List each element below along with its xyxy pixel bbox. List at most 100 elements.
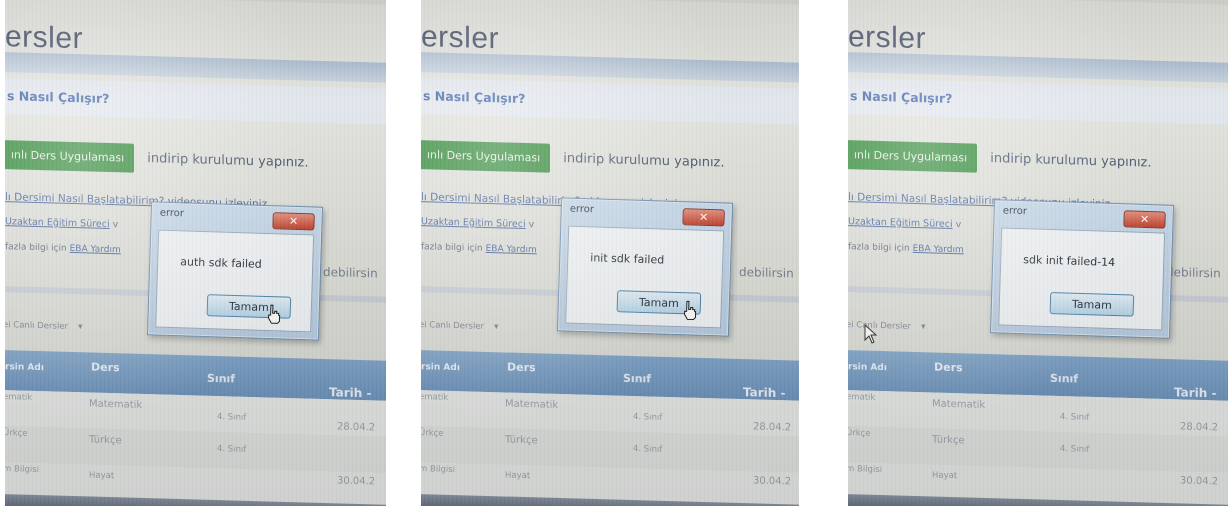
column-grade[interactable]: Sınıf <box>207 372 235 386</box>
info-prefix: fazla bilgi için <box>421 242 483 254</box>
ok-button[interactable]: Tamam <box>1049 292 1135 317</box>
app-instruction: indirip kurulumu yapınız. <box>563 151 725 171</box>
column-lesson-name[interactable]: rsin Adı <box>5 362 44 373</box>
app-row: ınlı Ders Uygulaması indirip kurulumu ya… <box>5 140 309 178</box>
arrow-cursor-icon <box>864 324 878 344</box>
info-prefix: fazla bilgi için <box>848 242 910 254</box>
process-suffix: v <box>955 219 962 231</box>
eba-help-link[interactable]: EBA Yardım <box>486 244 537 255</box>
row-grade: 4. Sınıf <box>633 412 663 423</box>
filter-label: ei Canlı Dersler <box>5 320 69 332</box>
column-course[interactable]: Ders <box>507 361 536 375</box>
error-message: auth sdk failed <box>180 255 262 271</box>
row-course: Matematik <box>932 398 986 411</box>
row-grade: 4. Sınıf <box>217 412 247 423</box>
close-button[interactable]: ✕ <box>1123 210 1166 229</box>
process-line: Uzaktan Eğitim Süreci v <box>848 216 961 230</box>
row-grade: 4. Sınıf <box>1060 444 1090 455</box>
column-course[interactable]: Ders <box>934 361 963 375</box>
eba-help-link[interactable]: EBA Yardım <box>913 244 964 255</box>
app-download-button[interactable]: ınlı Ders Uygulaması <box>848 140 978 173</box>
error-dialog: error ✕ auth sdk failed Tamam <box>146 201 324 341</box>
app-download-button[interactable]: ınlı Ders Uygulaması <box>5 140 135 173</box>
process-link[interactable]: Uzaktan Eğitim Süreci <box>5 216 110 230</box>
row-course: Matematik <box>89 398 143 411</box>
row-course: Türkçe <box>89 434 122 447</box>
column-date[interactable]: Tarih - <box>743 385 785 400</box>
page-title: ersler <box>5 20 84 56</box>
live-lessons-filter[interactable]: ei Canlı Dersler ▾ <box>848 320 926 332</box>
live-lessons-filter[interactable]: ei Canlı Dersler ▾ <box>5 320 83 332</box>
row-course: Hayat <box>89 470 115 482</box>
dialog-body: init sdk failed Tamam <box>565 225 725 329</box>
close-icon[interactable]: ✕ <box>699 211 709 224</box>
filter-label: ei Canlı Dersler <box>421 320 485 332</box>
help-link[interactable]: s Nasıl Çalışır? <box>850 88 952 106</box>
process-suffix: v <box>112 219 119 231</box>
row-date: 28.04.2 <box>337 421 376 434</box>
app-row: ınlı Ders Uygulaması indirip kurulumu ya… <box>848 140 1152 178</box>
close-icon[interactable]: ✕ <box>1140 213 1150 226</box>
row-grade: 4. Sınıf <box>1060 412 1090 423</box>
row-lesson-name: m Bilgisi <box>421 464 456 476</box>
error-message: init sdk failed <box>590 251 665 267</box>
page-title: ersler <box>421 20 500 56</box>
row-grade: 4. Sınıf <box>217 444 247 455</box>
row-date: 30.04.2 <box>753 475 792 488</box>
row-lesson-name: Ürkçe <box>848 428 871 439</box>
app-download-button[interactable]: ınlı Ders Uygulaması <box>421 140 551 173</box>
process-link[interactable]: Uzaktan Eğitim Süreci <box>421 216 526 230</box>
photo-1: ersler s Nasıl Çalışır? ınlı Ders Uygula… <box>5 0 386 506</box>
chevron-down-icon[interactable]: ▾ <box>78 322 83 332</box>
row-date: 28.04.2 <box>1180 421 1219 434</box>
help-link[interactable]: s Nasıl Çalışır? <box>423 88 525 106</box>
error-dialog: error ✕ sdk init failed-14 Tamam <box>989 199 1175 339</box>
dialog-body: auth sdk failed Tamam <box>155 229 315 333</box>
photo-3: ersler s Nasıl Çalışır? ınlı Ders Uygula… <box>848 0 1228 506</box>
side-text: debilirsin <box>739 264 794 281</box>
photo-2: ersler s Nasıl Çalışır? ınlı Ders Uygula… <box>421 0 799 506</box>
row-course: Matematik <box>505 398 559 411</box>
error-message: sdk init failed-14 <box>1023 253 1116 270</box>
column-lesson-name[interactable]: rsin Adı <box>848 362 887 373</box>
live-lessons-filter[interactable]: ei Canlı Dersler ▾ <box>421 320 499 332</box>
column-lesson-name[interactable]: rsin Adı <box>421 362 460 373</box>
info-prefix: fazla bilgi için <box>5 242 67 254</box>
hand-cursor-icon <box>268 304 281 324</box>
row-date: 30.04.2 <box>1180 475 1219 488</box>
hand-cursor-icon <box>684 300 697 321</box>
side-text: debilirsin <box>323 264 378 281</box>
row-date: 30.04.2 <box>337 475 376 488</box>
column-date[interactable]: Tarih - <box>329 385 371 400</box>
help-bar: s Nasıl Çalışır? <box>5 78 386 126</box>
row-lesson-name: Ürkçe <box>421 428 444 439</box>
row-course: Hayat <box>505 470 531 482</box>
row-lesson-name: ematik <box>5 392 33 403</box>
row-course: Türkçe <box>932 434 965 447</box>
row-lesson-name: ematik <box>421 392 449 403</box>
help-link[interactable]: s Nasıl Çalışır? <box>7 88 109 106</box>
dialog-title: error <box>159 207 185 220</box>
help-bar: s Nasıl Çalışır? <box>848 78 1228 126</box>
error-dialog: error ✕ init sdk failed Tamam <box>556 197 734 337</box>
app-instruction: indirip kurulumu yapınız. <box>990 151 1152 171</box>
chevron-down-icon[interactable]: ▾ <box>494 322 499 332</box>
column-course[interactable]: Ders <box>91 361 120 375</box>
column-grade[interactable]: Sınıf <box>623 372 651 386</box>
chevron-down-icon[interactable]: ▾ <box>921 322 926 332</box>
process-line: Uzaktan Eğitim Süreci v <box>5 216 118 230</box>
dialog-title: error <box>569 203 595 216</box>
row-lesson-name: m Bilgisi <box>848 464 883 476</box>
eba-help-link[interactable]: EBA Yardım <box>70 244 121 255</box>
dialog-title: error <box>1002 205 1028 218</box>
process-link[interactable]: Uzaktan Eğitim Süreci <box>848 216 953 230</box>
row-grade: 4. Sınıf <box>633 444 663 455</box>
close-button[interactable]: ✕ <box>272 212 315 231</box>
column-date[interactable]: Tarih - <box>1174 385 1216 400</box>
filter-label: ei Canlı Dersler <box>848 320 912 332</box>
close-icon[interactable]: ✕ <box>289 215 299 228</box>
close-button[interactable]: ✕ <box>682 208 725 227</box>
row-course: Türkçe <box>505 434 538 447</box>
help-bar: s Nasıl Çalışır? <box>421 78 799 126</box>
column-grade[interactable]: Sınıf <box>1050 372 1078 386</box>
